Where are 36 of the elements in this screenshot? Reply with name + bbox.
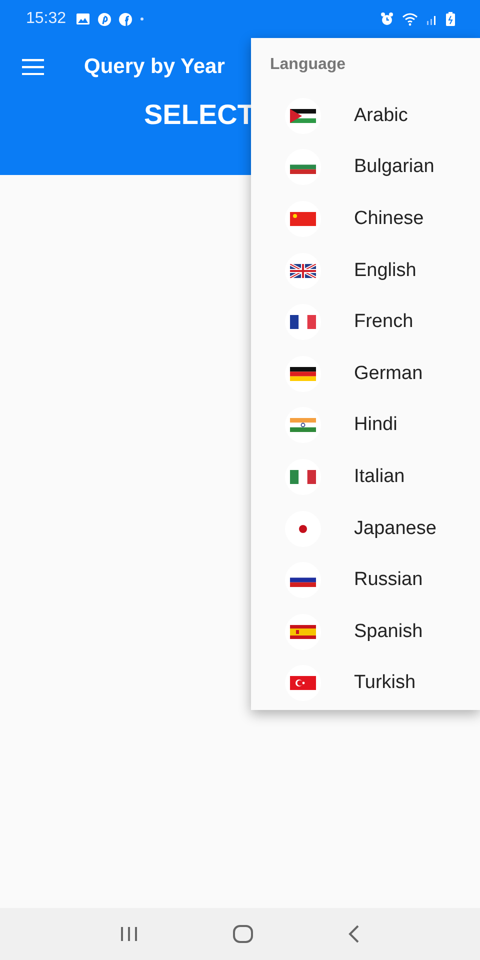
language-menu-item[interactable]: French (251, 296, 480, 348)
language-menu-item[interactable]: German (251, 348, 480, 400)
back-icon[interactable] (348, 925, 360, 943)
pin-circle-icon (98, 12, 112, 26)
language-menu-item[interactable]: Russian (251, 554, 480, 606)
language-menu-item[interactable]: Bulgarian (251, 142, 480, 194)
language-menu-item[interactable]: Chinese (251, 193, 480, 245)
language-menu-item[interactable]: Turkish (251, 658, 480, 710)
language-menu-item[interactable]: Italian (251, 451, 480, 503)
home-icon[interactable] (232, 925, 253, 943)
flag-icon (290, 676, 316, 690)
recent-apps-icon[interactable] (120, 926, 138, 942)
language-menu-item[interactable]: Spanish (251, 606, 480, 658)
flag-icon (290, 624, 316, 639)
alarm-icon (380, 12, 394, 26)
app-title: Query by Year (84, 54, 225, 78)
flag-icon (290, 108, 316, 123)
signal-icon (426, 13, 438, 25)
menu-icon (22, 58, 44, 74)
language-menu-item[interactable]: Hindi (251, 400, 480, 452)
menu-header: Language (270, 56, 347, 75)
wifi-icon (402, 12, 418, 26)
f-circle-icon (119, 12, 132, 26)
status-time: 15:32 (26, 10, 66, 28)
image-icon (76, 13, 90, 25)
language-menu-item[interactable]: English (251, 244, 480, 296)
dot-icon (140, 17, 144, 21)
flag-icon (290, 418, 316, 432)
menu-button[interactable] (22, 58, 44, 74)
language-menu-item[interactable]: Japanese (251, 502, 480, 554)
battery-icon (446, 12, 455, 26)
flag-icon (290, 470, 316, 484)
flag-icon (290, 366, 316, 381)
flag-icon (290, 315, 316, 330)
flag-icon (290, 212, 316, 226)
flag-icon (290, 264, 316, 278)
